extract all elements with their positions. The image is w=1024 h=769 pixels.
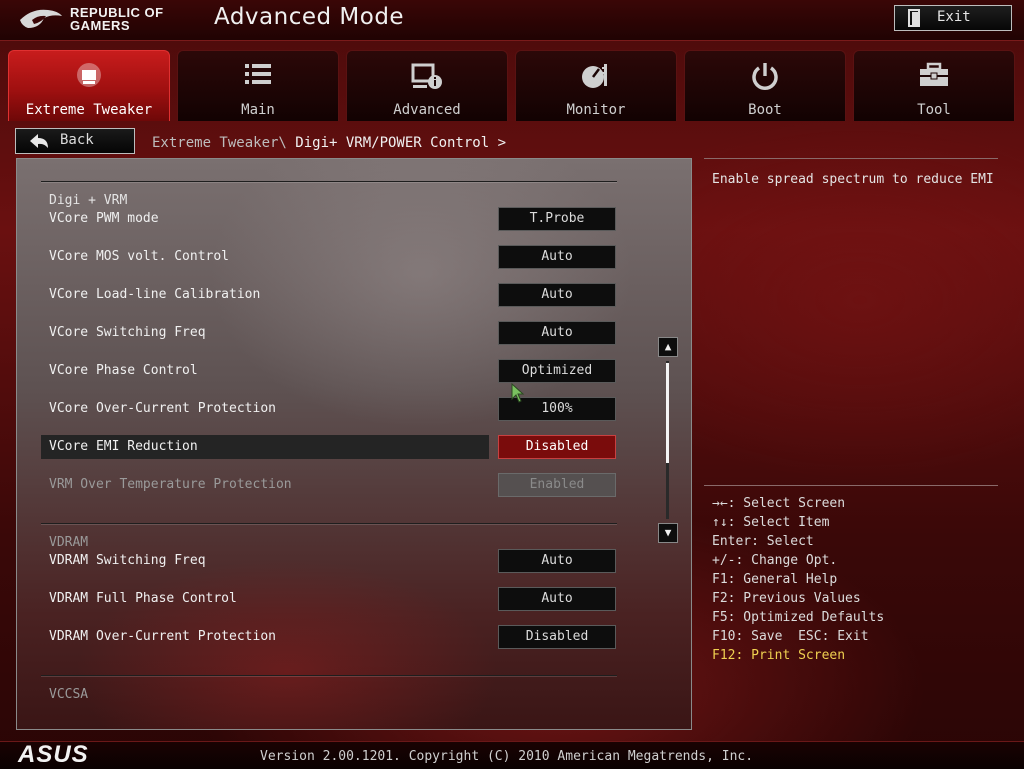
setting-label: VDRAM Over-Current Protection <box>49 629 276 644</box>
setting-label: VCore MOS volt. Control <box>49 249 230 264</box>
setting-value[interactable]: Auto <box>498 283 616 307</box>
setting-label: VRM Over Temperature Protection <box>49 477 292 492</box>
toolbox-icon <box>854 61 1014 93</box>
setting-row-vcore-mos-volt[interactable]: VCore MOS volt. Control Auto <box>41 245 617 269</box>
scrollbar[interactable]: ▲ ▼ <box>658 337 678 543</box>
setting-label: VDRAM Full Phase Control <box>49 591 237 606</box>
setting-row-vcore-phase-control[interactable]: VCore Phase Control Optimized <box>41 359 617 383</box>
key-hint: F2: Previous Values <box>712 591 861 606</box>
mode-title: Advanced Mode <box>214 4 405 30</box>
breadcrumb-current: Digi+ VRM/POWER Control > <box>286 135 507 151</box>
section-divider <box>41 523 617 524</box>
asus-logo: ASUS <box>18 741 89 768</box>
mouse-cursor-icon <box>511 382 525 407</box>
exit-button[interactable]: Exit <box>894 5 1012 31</box>
key-hint: →←: Select Screen <box>712 496 846 511</box>
setting-row-vcore-switching-freq[interactable]: VCore Switching Freq Auto <box>41 321 617 345</box>
back-button[interactable]: Back <box>15 128 135 154</box>
setting-row-vdram-full-phase[interactable]: VDRAM Full Phase Control Auto <box>41 587 617 611</box>
version-text: Version 2.00.1201. Copyright (C) 2010 Am… <box>260 749 754 764</box>
help-text: Enable spread spectrum to reduce EMI <box>712 172 994 187</box>
rog-logo: REPUBLIC OF GAMERS <box>18 4 188 36</box>
section-title-vccsa: VCCSA <box>49 687 89 702</box>
setting-label: VCore Phase Control <box>49 363 198 378</box>
setting-row-vcore-llc[interactable]: VCore Load-line Calibration Auto <box>41 283 617 307</box>
power-icon <box>685 61 845 95</box>
nav-bar: Back Extreme Tweaker\ Digi+ VRM/POWER Co… <box>0 121 1024 159</box>
section-title-digi-vrm: Digi + VRM <box>49 193 128 208</box>
tab-monitor[interactable]: Monitor <box>515 50 677 121</box>
legend-divider <box>704 485 998 486</box>
settings-panel: Digi + VRM VCore PWM mode T.Probe VCore … <box>16 158 692 730</box>
back-label: Back <box>60 132 94 148</box>
tab-tool[interactable]: Tool <box>853 50 1015 121</box>
tab-label: Boot <box>748 102 782 118</box>
setting-value[interactable]: T.Probe <box>498 207 616 231</box>
list-icon <box>178 61 338 91</box>
monitor-gauge-icon <box>516 61 676 95</box>
key-hint-print-screen: F12: Print Screen <box>712 648 846 663</box>
setting-value[interactable]: Optimized <box>498 359 616 383</box>
advanced-info-icon <box>347 61 507 95</box>
key-hint: Enter: Select <box>712 534 814 549</box>
breadcrumb-parent[interactable]: Extreme Tweaker\ <box>152 135 287 151</box>
key-hint: F10: Save ESC: Exit <box>712 629 869 644</box>
setting-label: VCore Switching Freq <box>49 325 206 340</box>
setting-value[interactable]: Auto <box>498 587 616 611</box>
tab-label: Monitor <box>566 102 626 118</box>
setting-row-vcore-emi-reduction[interactable]: VCore EMI Reduction Disabled <box>41 435 617 459</box>
setting-label: VCore Load-line Calibration <box>49 287 261 302</box>
setting-label: VCore Over-Current Protection <box>49 401 276 416</box>
brand-line2: GAMERS <box>70 18 131 33</box>
key-hint: F1: General Help <box>712 572 838 587</box>
tab-advanced[interactable]: Advanced <box>346 50 508 121</box>
tab-label: Tool <box>917 102 951 118</box>
top-bar: REPUBLIC OF GAMERS Advanced Mode Exit <box>0 0 1024 41</box>
rog-eye-icon <box>20 9 62 28</box>
section-title-vdram: VDRAM <box>49 535 89 550</box>
breadcrumb: Extreme Tweaker\ Digi+ VRM/POWER Control… <box>152 135 506 151</box>
setting-row-vcore-ocp[interactable]: VCore Over-Current Protection 100% <box>41 397 617 421</box>
setting-label: VCore PWM mode <box>49 211 159 226</box>
setting-value[interactable]: Auto <box>498 321 616 345</box>
exit-door-icon <box>907 9 923 31</box>
setting-value[interactable]: Auto <box>498 549 616 573</box>
scroll-down-arrow-icon[interactable]: ▼ <box>658 523 678 543</box>
scroll-thumb[interactable] <box>666 363 669 463</box>
scroll-up-arrow-icon[interactable]: ▲ <box>658 337 678 357</box>
tab-label: Main <box>241 102 275 118</box>
key-hint: ↑↓: Select Item <box>712 515 830 530</box>
setting-label: VDRAM Switching Freq <box>49 553 206 568</box>
tab-main[interactable]: Main <box>177 50 339 121</box>
key-legend: →←: Select Screen ↑↓: Select Item Enter:… <box>704 485 998 685</box>
section-divider <box>41 675 617 676</box>
help-divider <box>704 158 998 159</box>
exit-label: Exit <box>937 9 971 25</box>
tab-extreme-tweaker[interactable]: Extreme Tweaker <box>8 50 170 121</box>
key-hint: +/-: Change Opt. <box>712 553 838 568</box>
tab-label: Extreme Tweaker <box>25 102 153 118</box>
setting-label: VCore EMI Reduction <box>49 439 198 454</box>
footer: ASUS Version 2.00.1201. Copyright (C) 20… <box>0 741 1024 769</box>
tab-label: Advanced <box>393 102 461 118</box>
key-hint: F5: Optimized Defaults <box>712 610 885 625</box>
setting-row-vcore-pwm-mode[interactable]: VCore PWM mode T.Probe <box>41 207 617 231</box>
setting-row-vrm-otp: VRM Over Temperature Protection Enabled <box>41 473 617 497</box>
setting-row-vdram-ocp[interactable]: VDRAM Over-Current Protection Disabled <box>41 625 617 649</box>
setting-row-vdram-switching-freq[interactable]: VDRAM Switching Freq Auto <box>41 549 617 573</box>
section-divider <box>41 181 617 182</box>
help-panel: Enable spread spectrum to reduce EMI <box>704 158 998 488</box>
setting-value[interactable]: Disabled <box>498 625 616 649</box>
tab-boot[interactable]: Boot <box>684 50 846 121</box>
setting-value[interactable]: Disabled <box>498 435 616 459</box>
setting-value: Enabled <box>498 473 616 497</box>
tweaker-icon <box>9 61 169 97</box>
setting-value[interactable]: Auto <box>498 245 616 269</box>
back-arrow-icon <box>28 132 50 154</box>
